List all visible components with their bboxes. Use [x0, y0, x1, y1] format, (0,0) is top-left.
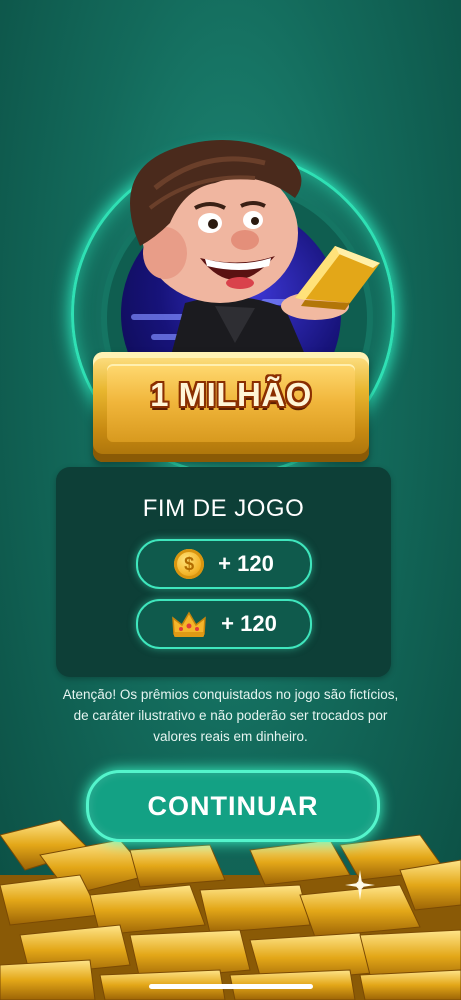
game-over-panel: FIM DE JOGO $ + 120 + 120	[56, 467, 391, 677]
continue-button[interactable]: CONTINUAR	[86, 770, 380, 842]
prize-amount-label: 1 MILHÃO	[150, 376, 312, 413]
coin-reward-value: + 120	[218, 551, 274, 576]
prize-banner: 1 MILHÃO	[93, 352, 369, 462]
home-indicator[interactable]	[149, 984, 313, 989]
disclaimer-text: Atenção! Os prêmios conquistados no jogo…	[62, 687, 399, 744]
crown-icon	[172, 611, 207, 637]
crown-reward: + 120	[136, 599, 312, 649]
coin-reward: $ + 120	[136, 539, 312, 589]
coin-icon: $	[174, 549, 205, 579]
gold-bars-pile	[0, 819, 461, 1000]
panel-title: FIM DE JOGO	[142, 495, 305, 522]
host-character-illustration	[130, 140, 380, 378]
crown-reward-value: + 120	[221, 611, 277, 636]
